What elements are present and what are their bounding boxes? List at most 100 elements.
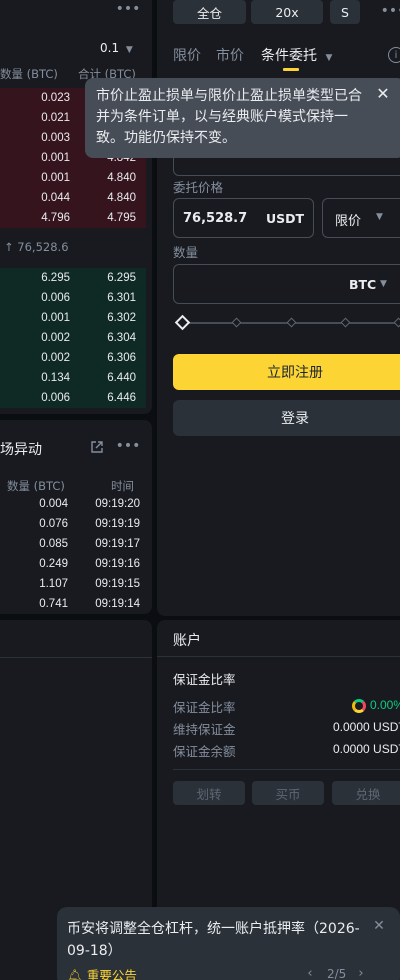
divider [173,769,400,770]
trade-time: 09:19:20 [95,498,140,510]
trade-qty: 0.085 [39,538,68,550]
order-book-panel: ••• 0.1 ▼ 数量 (BTC) 合计 (BTC) 0.023 0.021 0.… [0,0,152,414]
bell-icon: 🔔︎ [67,968,83,980]
trade-row: 0.085 09:19:17 [0,534,146,554]
trade-qty: 0.004 [39,498,68,510]
precision-select[interactable]: 0.1 ▼ [100,41,133,55]
market-trades-panel: 场异动 ••• 数量 (BTC) 时间 0.004 09:19:20 0.076 09… [0,420,152,614]
bid-total: 6.301 [107,292,136,304]
trade-time: 09:19:16 [95,558,140,570]
login-button[interactable]: 登录 [173,400,400,436]
more-dots-icon[interactable]: ••• [116,1,141,17]
bid-row[interactable]: 6.295 6.295 [0,268,146,288]
bid-total: 6.440 [107,372,136,384]
ask-row[interactable]: 0.001 4.840 [0,168,146,188]
order-type-value: 限价 [335,214,362,229]
trade-qty: 0.076 [39,518,68,530]
trade-row: 1.107 09:19:15 [0,574,146,594]
slider-step[interactable] [286,317,297,328]
ask-qty: 4.796 [41,212,70,224]
trade-qty: 1.107 [39,578,68,590]
active-tab-indicator [283,68,299,71]
bid-row[interactable]: 0.006 6.446 [0,388,146,408]
account-row-label: 保证金比率 [173,700,236,715]
announcement-banner[interactable]: 币安将调整全仓杠杆，统一账户抵押率（2026-09-18） ✕ 🔔︎ 重要公告 … [57,907,400,980]
bid-row[interactable]: 0.134 6.440 [0,368,146,388]
bid-qty: 0.006 [41,392,70,404]
swap-button[interactable]: 兑换 [332,781,400,805]
slider-step[interactable] [393,317,400,328]
order-price-unit: USDT [265,211,304,226]
trade-qty: 0.741 [39,598,68,610]
quantity-field[interactable]: BTC ▼ [173,264,400,304]
chevron-down-icon: ▼ [376,212,383,222]
chevron-down-icon: ▼ [125,45,133,55]
pager: 2/5 [327,967,347,980]
order-price-field[interactable]: 76,528.7 USDT [173,198,314,238]
trades-time-header: 时间 [111,479,134,493]
tab-limit[interactable]: 限价 [173,45,201,65]
ask-qty: 0.001 [41,172,70,184]
slider-step[interactable] [231,317,242,328]
bid-row[interactable]: 0.002 6.304 [0,328,146,348]
chevron-right-icon[interactable]: › [355,966,367,980]
ask-qty: 0.023 [41,92,70,104]
ask-total: 4.840 [107,192,136,204]
bid-total: 6.302 [107,312,136,324]
tab-conditional[interactable]: 条件委托 ▼ [261,45,332,65]
position-side-button[interactable]: S [330,0,360,24]
info-icon[interactable]: i [388,47,400,63]
quantity-unit: BTC [349,277,377,292]
ask-row[interactable]: 0.044 4.840 [0,188,146,208]
account-row-value: 0.00% [370,698,400,712]
trade-time: 09:19:14 [95,598,140,610]
more-dots-icon[interactable]: ••• [116,438,141,454]
tab-market[interactable]: 市价 [216,45,244,65]
bid-row[interactable]: 0.006 6.301 [0,288,146,308]
orderbook-qty-header: 数量 (BTC) [0,67,58,81]
ask-total: 4.795 [107,212,136,224]
more-dots-icon[interactable]: ••• [381,3,400,19]
divider [0,657,152,658]
announcement-text: 币安将调整全仓杠杆，统一账户抵押率（2026-09-18） [67,921,360,959]
bid-total: 6.306 [107,352,136,364]
leverage-button[interactable]: 20x [251,0,323,24]
orderbook-mid-price: ↑ 76,528.6 [4,240,69,254]
transfer-button[interactable]: 划转 [173,781,245,805]
external-link-icon[interactable] [88,438,106,456]
ask-qty: 0.001 [41,152,70,164]
buy-crypto-button[interactable]: 买币 [252,781,324,805]
divider [157,656,400,657]
quantity-slider[interactable] [174,314,400,331]
bid-total: 6.295 [107,272,136,284]
announcement-tag-label: 重要公告 [86,968,137,980]
margin-ratio-section-title: 保证金比率 [173,672,236,687]
tooltip-text: 市价止盈止损单与限价止盈止损单类型已合并为条件订单，以与经典账户模式保持一致。功… [96,88,362,146]
trade-time: 09:19:17 [95,538,140,550]
precision-value: 0.1 [100,41,120,55]
margin-mode-button[interactable]: 全仓 [173,0,246,24]
ask-row[interactable]: 4.796 4.795 [0,208,146,228]
trade-row: 0.004 09:19:20 [0,494,146,514]
bid-qty: 0.006 [41,292,70,304]
bid-qty: 0.001 [41,312,70,324]
close-icon[interactable]: ✕ [374,84,392,103]
bid-qty: 0.002 [41,332,70,344]
order-price-label: 委托价格 [173,180,224,195]
bid-row[interactable]: 0.001 6.302 [0,308,146,328]
account-title: 账户 [173,633,201,649]
slider-handle[interactable] [174,314,191,331]
trade-time: 09:19:15 [95,578,140,590]
close-icon[interactable]: ✕ [370,917,388,935]
bid-total: 6.446 [107,392,136,404]
account-row-label: 维持保证金 [173,722,236,737]
slider-step[interactable] [340,317,351,328]
order-type-select[interactable]: 限价 ▼ [322,198,400,238]
mid-price-value: 76,528.6 [17,240,69,254]
ask-qty: 0.021 [41,112,70,124]
tab-conditional-label: 条件委托 [261,48,317,64]
register-button[interactable]: 立即注册 [173,354,400,390]
bid-row[interactable]: 0.002 6.306 [0,348,146,368]
chevron-left-icon[interactable]: ‹ [304,966,316,980]
trade-row: 0.249 09:19:16 [0,554,146,574]
